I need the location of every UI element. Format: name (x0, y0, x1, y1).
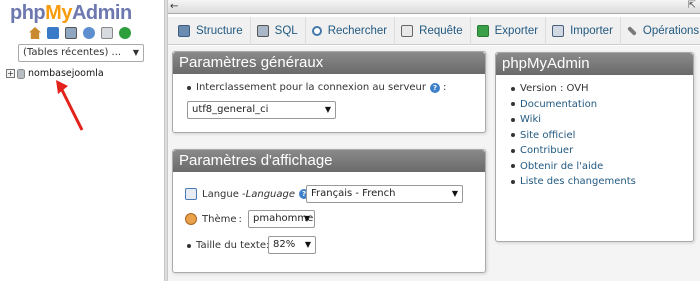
chevron-down-icon: ▼ (324, 105, 331, 114)
maximize-icon[interactable]: ⇱ (688, 0, 696, 11)
import-icon (552, 25, 565, 37)
language-row: Langue - Language ? : (185, 188, 315, 200)
list-item-version: Version : OVH (511, 81, 636, 97)
reload-icon[interactable] (119, 27, 131, 39)
exit-icon[interactable] (47, 27, 59, 39)
documentation-icon[interactable] (83, 27, 95, 39)
tab-bar: Structure SQL Rechercher Requête Exporte… (168, 17, 700, 45)
documentation-link[interactable]: Documentation (511, 97, 636, 113)
theme-row: Thème : (185, 213, 242, 225)
tab-search[interactable]: Rechercher (306, 17, 396, 45)
tab-import[interactable]: Importer (546, 17, 621, 45)
operations-icon (626, 26, 637, 36)
chevron-down-icon: ▼ (304, 240, 311, 249)
tab-sql[interactable]: SQL (251, 17, 306, 45)
theme-select[interactable]: pmahomme ▼ (248, 210, 315, 228)
bullet (187, 243, 191, 248)
phpmyadmin-logo[interactable]: phpMyAdmin (10, 2, 144, 26)
tab-operations[interactable]: Opérations (621, 17, 700, 45)
structure-icon (178, 25, 190, 37)
copy-icon[interactable] (101, 27, 113, 39)
language-icon (185, 188, 197, 200)
collation-select[interactable]: utf8_general_ci ▼ (187, 101, 336, 119)
annotation-arrow (56, 80, 84, 131)
recent-tables-select[interactable]: (Tables récentes) ... ▼ (18, 44, 144, 62)
contribute-link[interactable]: Contribuer (511, 143, 636, 159)
changelog-link[interactable]: Liste des changements (511, 174, 636, 190)
display-settings-panel: Paramètres d'affichage Langue - Language… (172, 149, 486, 273)
expand-icon[interactable]: + (6, 69, 15, 78)
sql-query-icon[interactable] (65, 27, 77, 39)
sql-icon (256, 25, 269, 37)
nav-icon-bar (29, 27, 133, 41)
chevron-down-icon: ▼ (132, 48, 139, 57)
font-size-row: Taille du texte: (187, 240, 269, 251)
theme-icon (185, 213, 197, 225)
official-site-link[interactable]: Site officiel (511, 128, 636, 144)
panel-title: Paramètres d'affichage (173, 150, 485, 172)
tab-structure[interactable]: Structure (172, 17, 251, 45)
general-settings-panel: Paramètres généraux Interclassement pour… (172, 51, 486, 133)
database-icon (17, 69, 25, 79)
search-icon (311, 26, 322, 36)
get-help-link[interactable]: Obtenir de l'aide (511, 159, 636, 175)
chevron-down-icon: ▼ (303, 214, 310, 223)
panel-title: phpMyAdmin (496, 53, 693, 75)
wiki-link[interactable]: Wiki (511, 112, 636, 128)
info-list: Version : OVH Documentation Wiki Site of… (511, 81, 636, 190)
panel-title: Paramètres généraux (173, 52, 485, 74)
tab-export[interactable]: Exporter (471, 17, 547, 45)
top-bar: ← ⇱ (168, 0, 700, 14)
language-select[interactable]: Français - French ▼ (306, 185, 463, 203)
navigation-panel: phpMyAdmin (Tables récentes) ... ▼ + nom… (0, 0, 164, 281)
bullet (187, 85, 191, 90)
collation-label: Interclassement pour la connexion au ser… (196, 82, 426, 93)
export-icon (476, 25, 489, 37)
font-size-select[interactable]: 82% ▼ (268, 236, 316, 254)
main-content: Paramètres généraux Interclassement pour… (168, 46, 700, 281)
help-icon[interactable]: ? (429, 82, 440, 93)
back-arrow-icon[interactable]: ← (170, 1, 178, 12)
home-icon[interactable] (29, 27, 41, 39)
tab-query[interactable]: Requête (395, 17, 471, 45)
phpmyadmin-info-panel: phpMyAdmin Version : OVH Documentation W… (495, 52, 694, 242)
chevron-down-icon: ▼ (451, 189, 458, 198)
collation-row: Interclassement pour la connexion au ser… (187, 82, 446, 93)
query-icon (401, 25, 414, 37)
